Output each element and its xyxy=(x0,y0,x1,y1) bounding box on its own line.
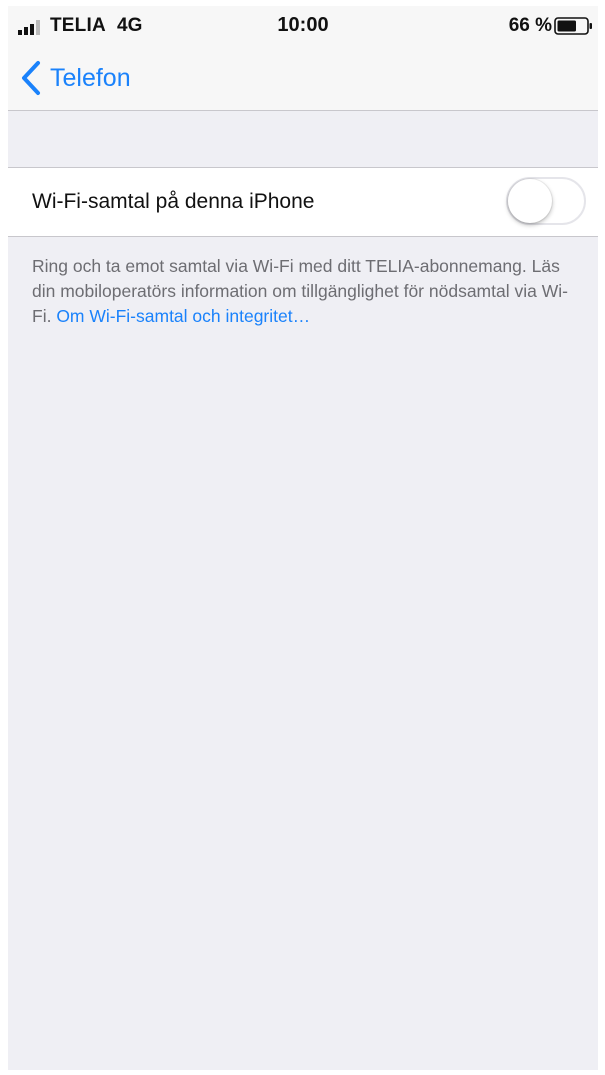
privacy-info-link[interactable]: Om Wi-Fi-samtal och integritet… xyxy=(56,306,310,326)
navigation-bar: Telefon xyxy=(8,46,598,111)
back-button[interactable]: Telefon xyxy=(20,60,131,96)
chevron-left-icon xyxy=(22,61,40,95)
settings-screen: TELIA 4G 10:00 66 % Telefon Wi-Fi-samtal… xyxy=(8,6,598,1070)
wifi-calling-toggle[interactable] xyxy=(506,177,586,225)
wifi-calling-cell: Wi-Fi-samtal på denna iPhone xyxy=(8,167,598,237)
battery-icon xyxy=(554,17,592,35)
wifi-calling-description: Ring och ta emot samtal via Wi-Fi med di… xyxy=(32,254,580,329)
status-bar: TELIA 4G 10:00 66 % xyxy=(8,6,598,46)
battery-percentage: 66 % xyxy=(508,15,552,36)
back-button-label: Telefon xyxy=(50,63,131,92)
wifi-calling-label: Wi-Fi-samtal på denna iPhone xyxy=(32,190,315,213)
toggle-knob xyxy=(508,179,552,223)
